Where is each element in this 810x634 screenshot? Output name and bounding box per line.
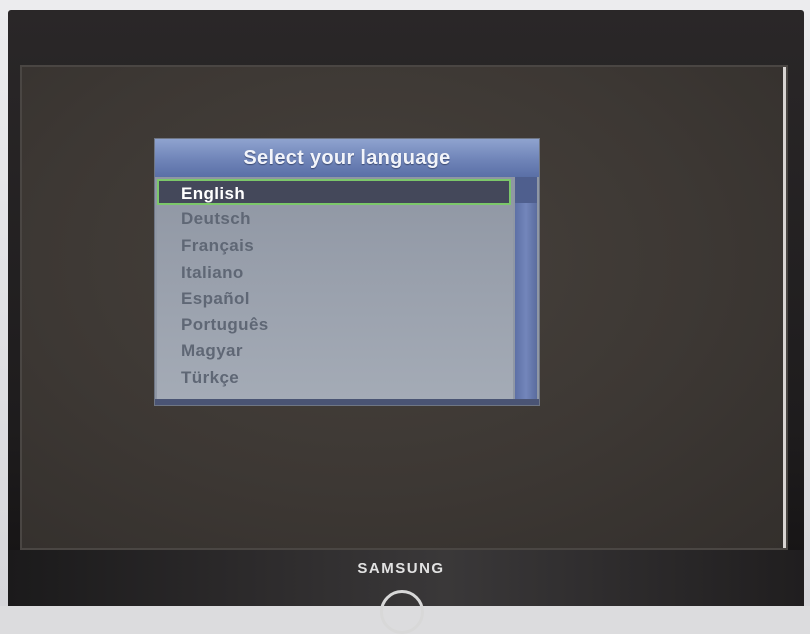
language-option-english[interactable]: English (157, 179, 511, 205)
brand-logo: SAMSUNG (357, 560, 445, 577)
power-button-icon[interactable] (380, 590, 424, 634)
language-option-magyar[interactable]: Magyar (181, 338, 243, 364)
language-dialog: Select your language English Deutsch Fra… (155, 139, 539, 405)
dialog-bottom-border (155, 399, 539, 405)
list-scrollbar[interactable] (515, 177, 537, 399)
dialog-title: Select your language (155, 139, 539, 177)
screen-edge-highlight (783, 67, 786, 548)
language-option-francais[interactable]: Français (181, 233, 254, 259)
language-option-espanol[interactable]: Español (181, 286, 250, 312)
language-list: English Deutsch Français Italiano Españo… (157, 177, 513, 399)
scrollbar-thumb[interactable] (515, 177, 537, 203)
language-option-italiano[interactable]: Italiano (181, 260, 244, 286)
language-option-deutsch[interactable]: Deutsch (181, 206, 251, 232)
language-option-turkce[interactable]: Türkçe (181, 365, 239, 391)
language-option-portugues[interactable]: Português (181, 312, 269, 338)
